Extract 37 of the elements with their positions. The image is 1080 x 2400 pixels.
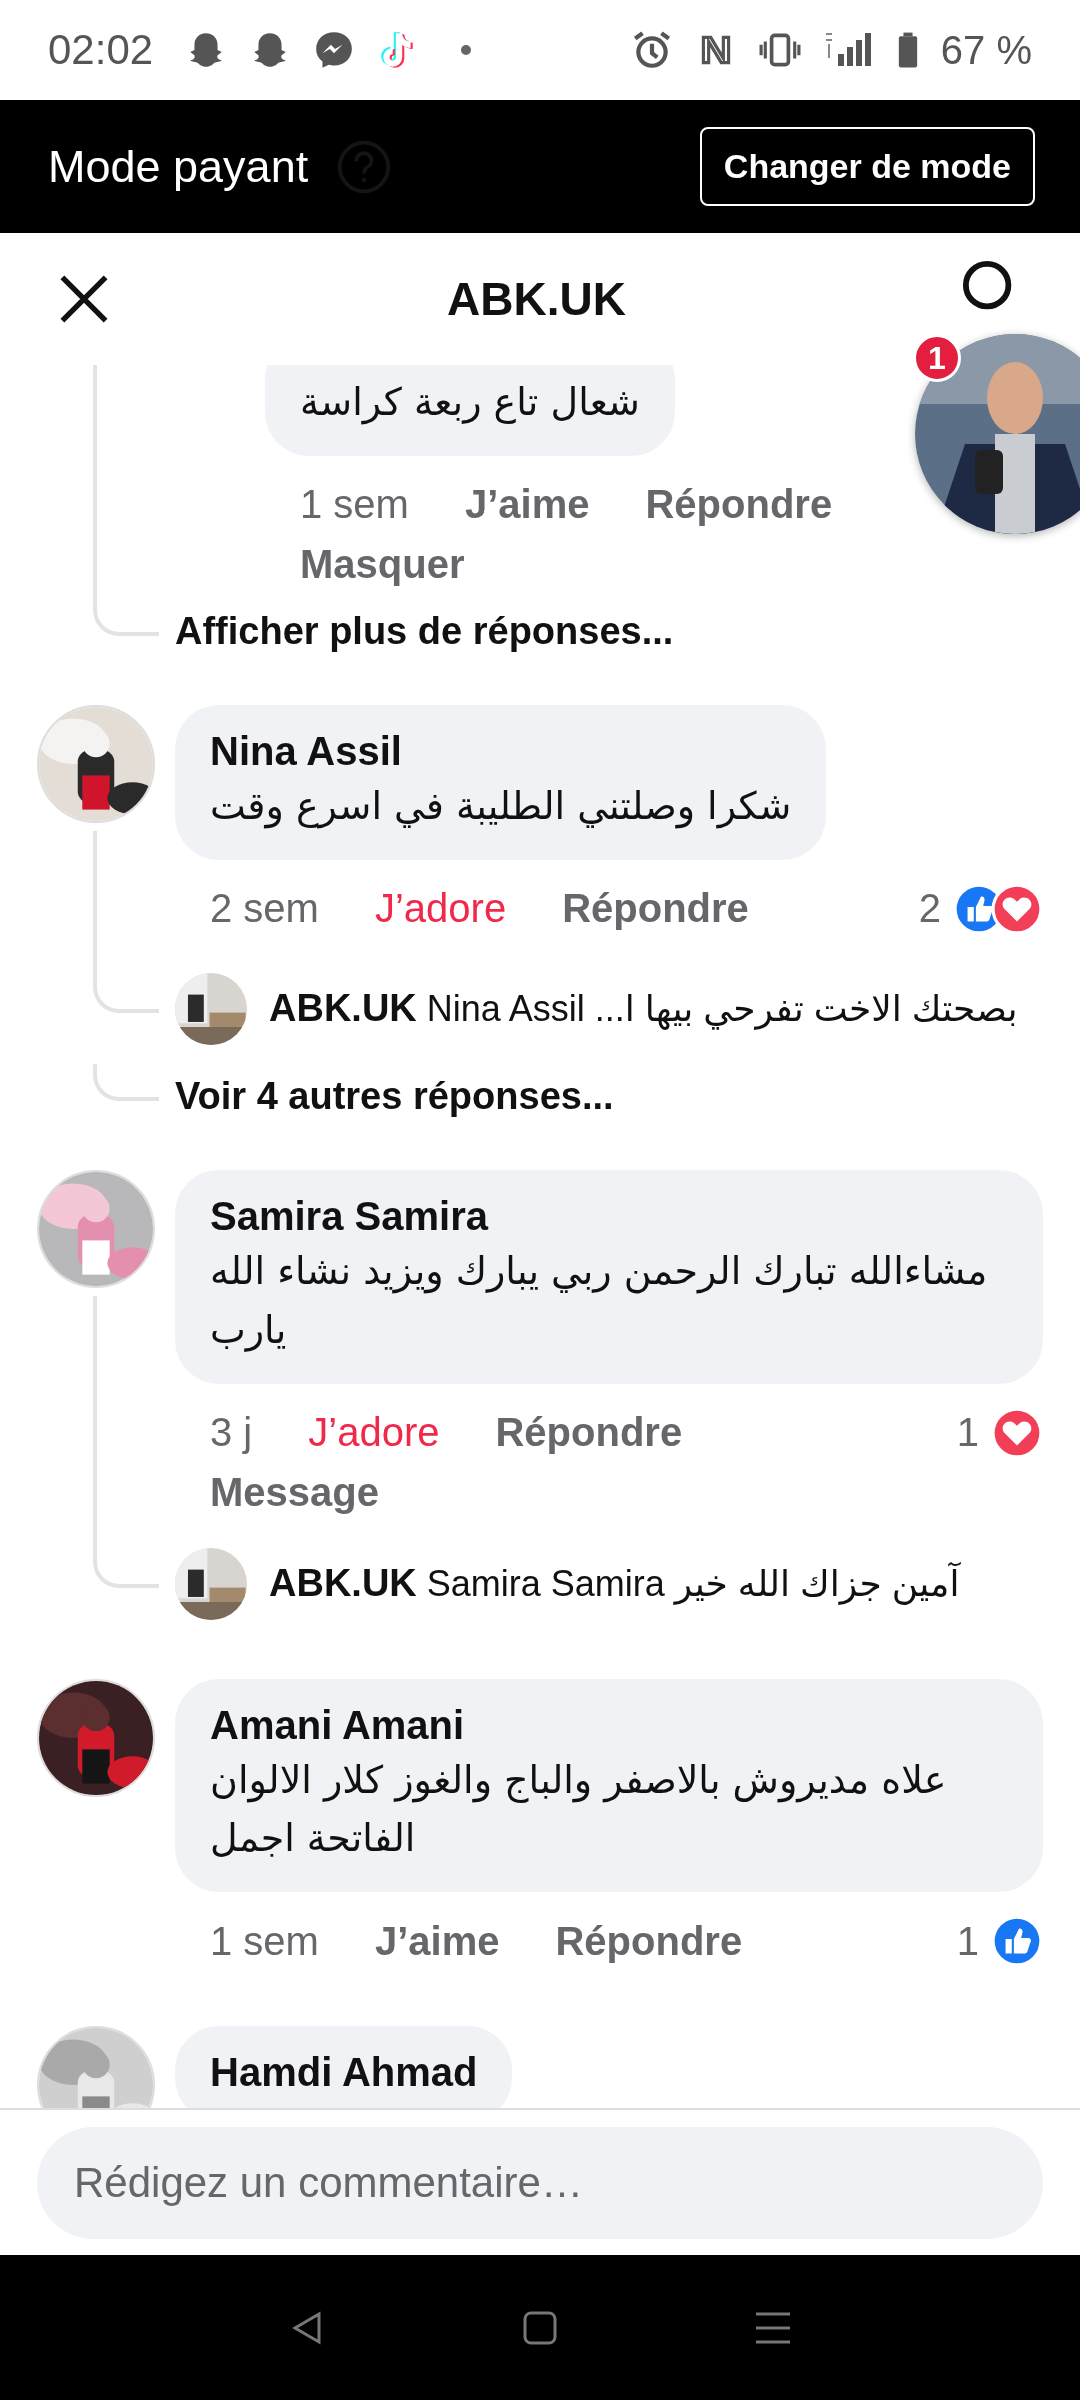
reaction-link[interactable]: J’adore [308,1410,440,1456]
thread-line [93,1063,159,1101]
hide-link[interactable]: Masquer [265,535,465,587]
more-replies-link[interactable]: Afficher plus de réponses... [175,610,674,654]
battery-icon [896,30,919,70]
reaction-link[interactable]: J’adore [374,886,507,932]
reaction-count[interactable]: 2 [918,886,941,932]
comment-text: شكرا وصلتني الطليبة في اسرع وقت [210,782,792,831]
comment-time: 3 j [210,1410,253,1456]
reaction-count[interactable]: 1 [956,1918,979,1964]
reply-link[interactable]: Répondre [562,886,749,932]
reaction-link[interactable]: J’aime [374,1918,500,1964]
change-mode-button[interactable]: Changer de mode [699,127,1035,206]
message-link[interactable]: Message [175,1463,379,1515]
comment-field[interactable]: Rédigez un commentaire… [37,2126,1043,2239]
more-replies-link[interactable]: Voir 4 autres réponses... [175,1075,614,1119]
commenter-name[interactable]: Hamdi Ahmad [210,2046,478,2099]
page-title: ABK.UK [447,272,626,326]
comment-text: علاه مديروش بالاصفر والباج والغوز كلار الالوان الفاتحة اجمل [210,1756,948,1863]
commenter-name[interactable]: Amani Amani [210,1698,1008,1751]
comment-time: 1 sem [300,482,409,528]
comment-time: 2 sem [210,886,319,932]
notification-badge: 1 [913,334,961,382]
commenter-name[interactable]: Nina Assil [210,724,792,777]
comment-text: شعال تاع ربعة كراسة [300,379,640,427]
like-link[interactable]: J’aime [464,482,590,528]
reply-link[interactable]: Répondre [495,1410,683,1456]
reaction-count[interactable]: 1 [956,1410,979,1456]
dot-icon [461,45,472,55]
battery-percent: 67 % [940,27,1032,73]
reply-link[interactable]: Répondre [555,1918,743,1964]
comment-time: 1 sem [210,1918,319,1964]
mode-label: Mode payant [48,140,309,193]
status-time: 02:02 [48,26,154,74]
reply-link[interactable]: Répondre [645,482,833,528]
comment-text: مشاءالله تبارك الرحمن ربي يبارك ويزيد نشاء الله يارب [210,1247,989,1354]
commenter-name[interactable]: Samira Samira [210,1189,1008,1242]
